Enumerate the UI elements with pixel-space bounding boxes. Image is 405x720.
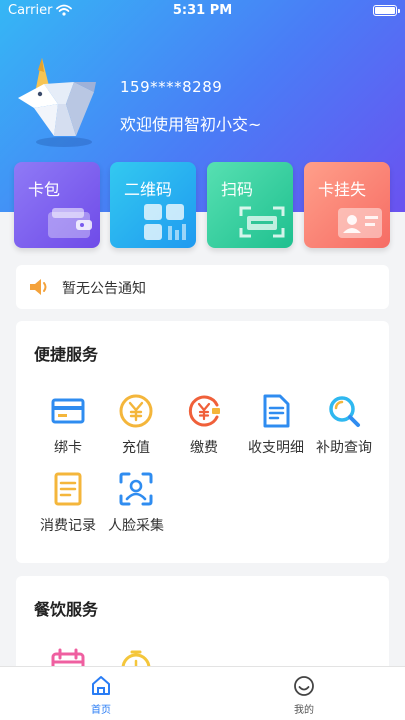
- service-statement[interactable]: 收支明细: [238, 393, 314, 463]
- welcome-text: 欢迎使用智初小交~: [120, 115, 262, 134]
- service-recharge[interactable]: 充值: [98, 393, 174, 463]
- smile-face-icon: [293, 675, 315, 701]
- recharge-yen-icon: [118, 393, 154, 429]
- card-bind-icon: [50, 393, 86, 429]
- card-scan-button[interactable]: 扫码: [207, 162, 293, 248]
- service-label: 缴费: [190, 440, 218, 456]
- service-label: 消费记录: [40, 518, 96, 534]
- service-face-capture[interactable]: 人脸采集: [98, 471, 174, 541]
- services-panel: 便捷服务 绑卡 充值 缴费 收支明细 补助查询 消费记录 人脸采集: [16, 321, 389, 563]
- tab-home-label: 首页: [91, 705, 111, 716]
- scan-icon: [237, 204, 287, 244]
- status-bar: Carrier 5:31 PM: [0, 0, 405, 22]
- tab-home[interactable]: 首页: [41, 667, 161, 720]
- card-lost-label: 卡挂失: [318, 180, 367, 199]
- card-wallet-button[interactable]: 卡包: [14, 162, 100, 248]
- face-scan-icon: [118, 471, 154, 507]
- dining-title: 餐饮服务: [34, 600, 99, 619]
- payment-yen-icon: [186, 393, 222, 429]
- card-lost-button[interactable]: 卡挂失: [304, 162, 390, 248]
- services-title: 便捷服务: [34, 345, 99, 364]
- home-icon: [90, 675, 112, 701]
- tab-bar: 首页 我的: [0, 666, 405, 720]
- speaker-icon: [28, 276, 50, 302]
- service-label: 收支明细: [248, 440, 304, 456]
- user-phone: 159****8289: [120, 78, 223, 96]
- notice-bar[interactable]: 暂无公告通知: [16, 265, 389, 309]
- magnifier-icon: [326, 393, 362, 429]
- service-bind-card[interactable]: 绑卡: [30, 393, 106, 463]
- service-label: 人脸采集: [108, 518, 164, 534]
- service-label: 补助查询: [316, 440, 372, 456]
- qr-code-icon: [142, 202, 190, 244]
- statement-document-icon: [258, 393, 294, 429]
- notice-text: 暂无公告通知: [62, 281, 146, 297]
- service-payment[interactable]: 缴费: [166, 393, 242, 463]
- tab-mine-label: 我的: [294, 705, 314, 716]
- record-document-icon: [50, 471, 86, 507]
- battery-icon: [373, 5, 400, 16]
- tab-mine[interactable]: 我的: [244, 667, 364, 720]
- card-qr-button[interactable]: 二维码: [110, 162, 196, 248]
- status-time: 5:31 PM: [172, 3, 233, 18]
- service-consumption-record[interactable]: 消费记录: [30, 471, 106, 541]
- service-label: 绑卡: [54, 440, 82, 456]
- quick-cards: 卡包 二维码 扫码 卡挂失: [0, 162, 405, 248]
- service-label: 充值: [122, 440, 150, 456]
- card-scan-label: 扫码: [221, 180, 254, 199]
- wallet-icon: [46, 206, 94, 244]
- card-wallet-label: 卡包: [28, 180, 61, 199]
- unicorn-logo-icon: [14, 52, 106, 152]
- card-qr-label: 二维码: [124, 180, 173, 199]
- id-card-icon: [336, 204, 384, 244]
- service-subsidy-query[interactable]: 补助查询: [306, 393, 382, 463]
